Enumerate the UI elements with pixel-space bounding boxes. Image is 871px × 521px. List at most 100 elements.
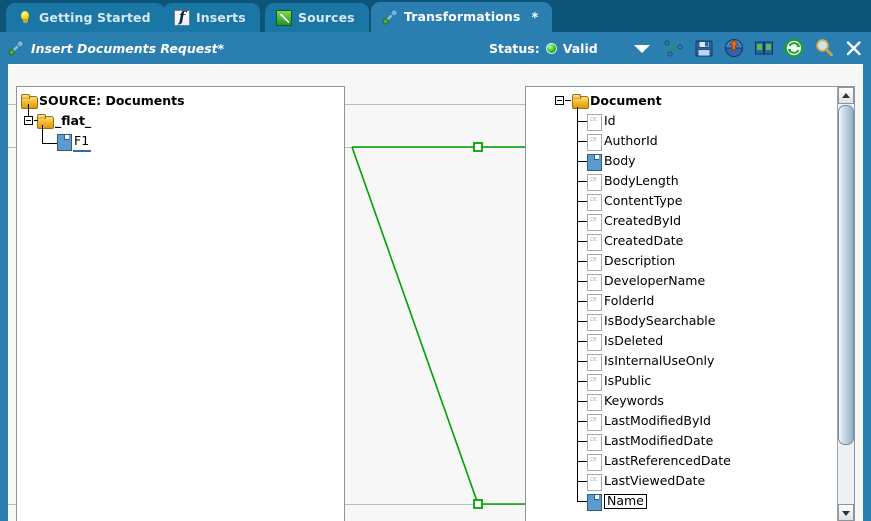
tree-connector-line	[577, 401, 587, 402]
tree-connector-line	[577, 221, 587, 222]
tree-connector-line	[28, 104, 29, 116]
tree-node-label: IsInternalUseOnly	[604, 353, 715, 369]
chevron-down-icon[interactable]	[634, 45, 650, 53]
save-icon[interactable]	[693, 37, 715, 59]
tree-node[interactable]: ContentType	[587, 191, 682, 211]
expander-toggle[interactable]	[555, 96, 564, 105]
tree-node-label: Document	[590, 93, 662, 109]
tree-connector-line	[577, 281, 587, 282]
deploy-icon[interactable]	[723, 37, 745, 59]
close-icon[interactable]	[843, 37, 865, 59]
scroll-up-icon[interactable]	[838, 87, 854, 104]
tree-connector-line	[565, 100, 571, 101]
tree-node-label: Id	[604, 113, 616, 129]
tree-node-root[interactable]: Document	[572, 91, 662, 111]
graph-view-icon[interactable]	[663, 37, 685, 59]
tree-node[interactable]: IsPublic	[587, 371, 651, 391]
tree-node[interactable]: LastViewedDate	[587, 471, 705, 491]
scroll-down-icon[interactable]	[838, 504, 854, 521]
tree-node-label: CreatedDate	[604, 233, 684, 249]
tree-connector-line	[577, 341, 587, 342]
tree-connector-line	[577, 141, 587, 142]
tree-node-label: IsDeleted	[604, 333, 664, 349]
tree-node[interactable]: SOURCE: Documents	[21, 91, 185, 111]
tree-node[interactable]: IsDeleted	[587, 331, 663, 351]
tab-sources[interactable]: Sources	[265, 3, 369, 32]
tree-connector-line	[577, 241, 587, 242]
tree-node[interactable]: DeveloperName	[587, 271, 705, 291]
toolbar	[663, 32, 865, 64]
tab-label: Getting Started	[39, 9, 151, 25]
tree-connector-line	[42, 143, 57, 144]
inserts-icon	[174, 8, 190, 26]
target-tree-panel[interactable]: Document Id AuthorId Body BodyLength ContentT…	[525, 86, 855, 521]
zoom-icon[interactable]	[813, 37, 835, 59]
tree-node[interactable]: IsBodySearchable	[587, 311, 715, 331]
tree-connector-line	[577, 181, 587, 182]
data-element-icon	[587, 293, 602, 311]
tree-node[interactable]: Name	[587, 491, 647, 511]
vertical-scrollbar[interactable]	[837, 87, 854, 521]
document-title-bar: Insert Documents Request* Status: Valid	[0, 32, 871, 64]
tree-node[interactable]: Id	[587, 111, 616, 131]
tree-node[interactable]: FolderId	[587, 291, 654, 311]
data-element-icon	[587, 453, 602, 471]
tree-node[interactable]: Description	[587, 251, 675, 271]
tab-inserts[interactable]: Inserts	[163, 3, 260, 32]
tree-connector-line	[34, 120, 38, 121]
tree-node-label: IsPublic	[604, 373, 652, 389]
tab-label: Transformations	[404, 9, 521, 25]
tree-node-label: BodyLength	[604, 173, 679, 189]
tree-node[interactable]: _flat_	[37, 111, 91, 131]
data-element-icon	[587, 313, 602, 331]
tree-node[interactable]: AuthorId	[587, 131, 658, 151]
tree-node[interactable]: IsInternalUseOnly	[587, 351, 714, 371]
tree-node[interactable]: Keywords	[587, 391, 664, 411]
status-label: Status:	[489, 40, 540, 56]
tree-connector-line	[577, 441, 587, 442]
folder-icon	[37, 113, 54, 129]
tree-connector-line	[577, 261, 587, 262]
tree-node[interactable]: CreatedById	[587, 211, 681, 231]
connection-line[interactable]	[351, 146, 479, 505]
tree-connector-line	[577, 461, 587, 462]
tab-bar: Getting Started Inserts Sources Transfor…	[0, 0, 871, 32]
guide-line	[345, 504, 525, 505]
data-element-icon	[587, 273, 602, 291]
copy-icon[interactable]	[753, 37, 775, 59]
data-element-icon	[587, 133, 602, 151]
tree-node-label: IsBodySearchable	[604, 313, 716, 329]
tree-node-label: F1	[74, 133, 90, 149]
guide-line	[345, 147, 525, 148]
tab-getting-started[interactable]: Getting Started	[6, 3, 165, 32]
tree-node[interactable]: LastModifiedDate	[587, 431, 713, 451]
tab-label: Inserts	[196, 9, 246, 25]
expander-toggle[interactable]	[24, 116, 33, 125]
data-element-icon	[587, 413, 602, 431]
tree-node-label: AuthorId	[604, 133, 658, 149]
data-element-icon	[587, 113, 602, 131]
refresh-icon[interactable]	[783, 37, 805, 59]
tree-connector-line	[42, 125, 43, 143]
tree-node[interactable]: LastReferencedDate	[587, 451, 731, 471]
mapped-field-icon	[587, 153, 602, 171]
tree-node-label: LastModifiedById	[604, 413, 711, 429]
tab-transformations[interactable]: Transformations *	[371, 2, 553, 32]
tree-node[interactable]: F1	[57, 131, 89, 151]
tree-connector-line	[577, 301, 587, 302]
tree-node[interactable]: LastModifiedById	[587, 411, 711, 431]
tree-node[interactable]: Body	[587, 151, 636, 171]
source-tree-panel[interactable]: SOURCE: Documents _flat_ F1	[16, 86, 345, 521]
tree-connector-line	[577, 501, 587, 502]
mapping-canvas[interactable]: SOURCE: Documents _flat_ F1 Document Id Auth…	[8, 64, 863, 521]
tree-node[interactable]: BodyLength	[587, 171, 679, 191]
tree-connector-line	[577, 321, 587, 322]
tree-node[interactable]: CreatedDate	[587, 231, 683, 251]
tree-connector-line	[577, 121, 587, 122]
tree-node-label: DeveloperName	[604, 273, 706, 289]
data-element-icon	[587, 173, 602, 191]
data-element-icon	[587, 353, 602, 371]
tree-node-label-selected: Name	[604, 494, 647, 509]
lightbulb-icon	[17, 10, 33, 26]
scroll-thumb[interactable]	[838, 105, 854, 445]
